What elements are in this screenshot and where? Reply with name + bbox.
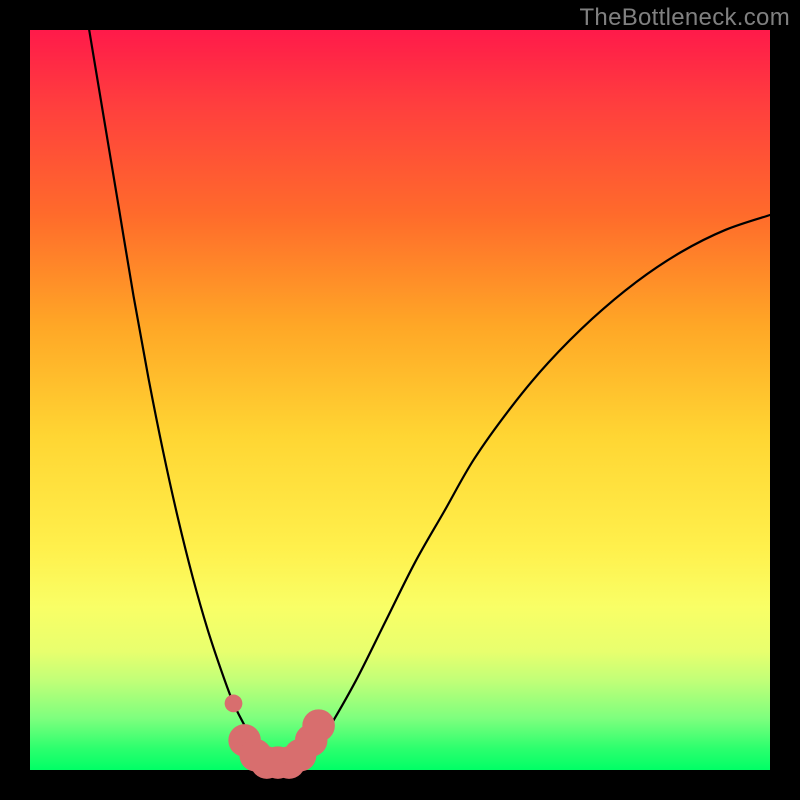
watermark-text: TheBottleneck.com [579,4,790,32]
chart-frame: TheBottleneck.com [0,0,800,800]
plot-area [30,30,770,770]
